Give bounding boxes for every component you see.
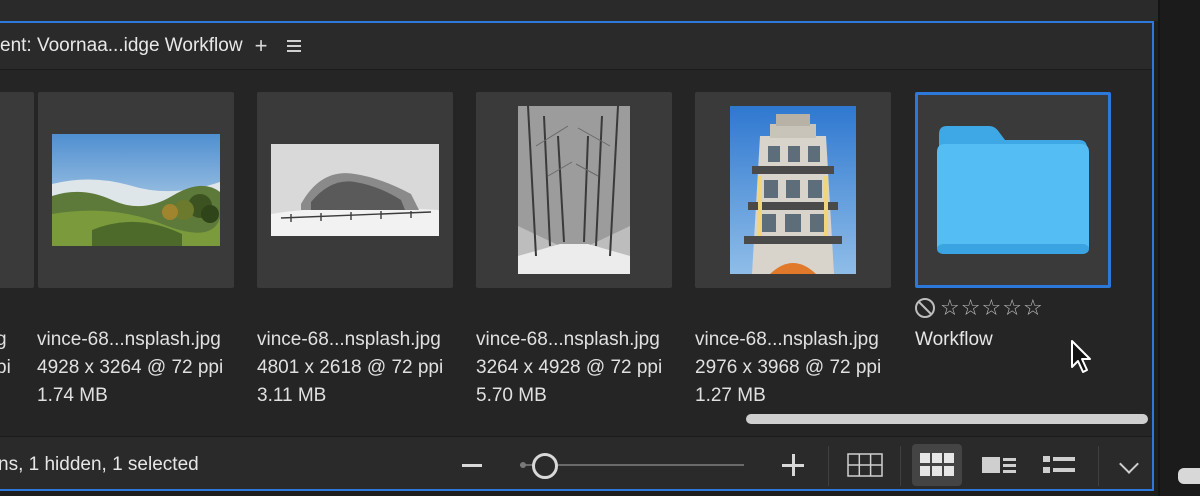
caption-item-2: vince-68...nsplash.jpg 4801 x 2618 @ 72 … <box>257 326 443 410</box>
caption-partial: g pi <box>0 326 11 382</box>
rating-control: ☆ ☆ ☆ ☆ ☆ <box>915 297 1043 319</box>
chevron-down-icon[interactable] <box>1119 454 1139 474</box>
snow-hill-photo <box>271 144 439 236</box>
file-name: vince-68...nsplash.jpg <box>257 329 441 350</box>
landscape-photo <box>52 134 220 246</box>
panel-scroll-handle[interactable] <box>1178 468 1200 484</box>
panel-title[interactable]: ent: Voornaa...idge Workflow <box>0 35 243 57</box>
file-dimensions: 4801 x 2618 @ 72 ppi <box>257 357 444 378</box>
list-view-icon <box>1043 456 1075 473</box>
divider <box>1098 446 1099 486</box>
details-view-button[interactable] <box>974 444 1024 486</box>
file-dimensions: 2976 x 3968 @ 72 ppi <box>695 357 882 378</box>
thumbnail-folder[interactable] <box>915 92 1111 288</box>
file-size: 3.11 MB <box>257 385 327 406</box>
thumbnail-item-3[interactable] <box>476 92 672 288</box>
details-view-icon <box>982 457 1016 473</box>
file-size: 1.74 MB <box>37 385 108 406</box>
plus-icon[interactable] <box>782 454 804 476</box>
right-panel-edge <box>1158 0 1200 496</box>
top-strip <box>0 0 1158 21</box>
file-name: g <box>0 326 11 354</box>
hamburger-menu-icon[interactable] <box>287 40 302 52</box>
snow-forest-photo <box>518 106 630 274</box>
file-size: 1.27 MB <box>695 385 766 406</box>
file-dimensions: pi <box>0 357 11 378</box>
zoom-slider-thumb[interactable] <box>532 453 558 479</box>
grid-view-icon <box>847 453 883 477</box>
star-icon[interactable]: ☆ <box>981 297 1001 319</box>
thumbnail-item-4[interactable] <box>695 92 891 288</box>
folder-name: Workflow <box>915 329 993 350</box>
reject-icon[interactable] <box>915 298 935 318</box>
thumbnail-view-button[interactable] <box>912 444 962 486</box>
file-dimensions: 3264 x 4928 @ 72 ppi <box>476 357 663 378</box>
caption-item-3: vince-68...nsplash.jpg 3264 x 4928 @ 72 … <box>476 326 662 410</box>
list-view-button[interactable] <box>1034 444 1084 486</box>
zoom-slider-dot <box>520 462 526 468</box>
content-panel: ent: Voornaa...idge Workflow + g pi <box>0 21 1154 491</box>
star-icon[interactable]: ☆ <box>940 297 960 319</box>
file-dimensions: 4928 x 3264 @ 72 ppi <box>37 357 224 378</box>
building-photo <box>730 106 856 274</box>
caption-item-1: vince-68...nsplash.jpg 4928 x 3264 @ 72 … <box>37 326 223 410</box>
horizontal-scrollbar[interactable] <box>746 414 1148 424</box>
mouse-pointer-icon <box>1071 340 1091 373</box>
footer-bar: ns, 1 hidden, 1 selected <box>0 436 1152 489</box>
panel-header: ent: Voornaa...idge Workflow + <box>0 23 1152 70</box>
file-name: vince-68...nsplash.jpg <box>37 329 221 350</box>
folder-icon <box>937 126 1089 254</box>
star-icon[interactable]: ☆ <box>1023 297 1043 319</box>
thumbnail-partial[interactable] <box>0 92 34 288</box>
thumbnail-view-icon <box>920 453 954 476</box>
add-tab-button[interactable]: + <box>255 35 268 57</box>
star-icon[interactable]: ☆ <box>961 297 981 319</box>
bridge-window: ent: Voornaa...idge Workflow + g pi <box>0 0 1200 496</box>
file-name: vince-68...nsplash.jpg <box>476 329 660 350</box>
thumbnail-item-2[interactable] <box>257 92 453 288</box>
thumbnail-item-1[interactable] <box>38 92 234 288</box>
star-icon[interactable]: ☆ <box>1002 297 1022 319</box>
file-name: vince-68...nsplash.jpg <box>695 329 879 350</box>
file-size: 5.70 MB <box>476 385 547 406</box>
minus-icon[interactable] <box>462 464 482 467</box>
thumbnail-grid: g pi <box>0 70 1152 436</box>
status-text: ns, 1 hidden, 1 selected <box>0 454 199 475</box>
grid-view-button[interactable] <box>840 444 890 486</box>
divider <box>828 446 829 486</box>
caption-item-4: vince-68...nsplash.jpg 2976 x 3968 @ 72 … <box>695 326 881 410</box>
divider <box>900 446 901 486</box>
